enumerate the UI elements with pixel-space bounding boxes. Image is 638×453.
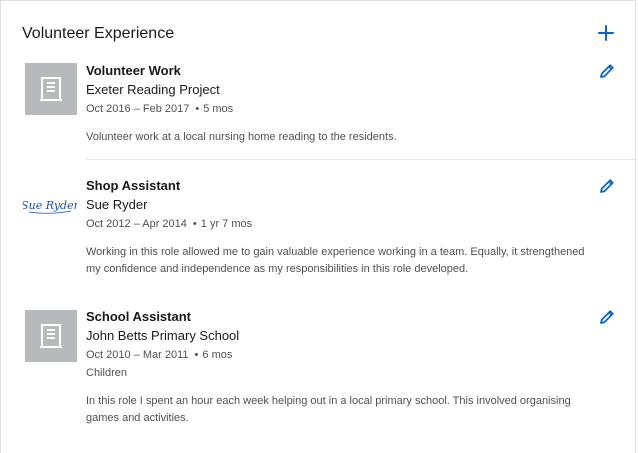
cause-label: Children (86, 367, 127, 379)
organization-logo-placeholder (25, 310, 77, 362)
volunteer-experience-section: Volunteer Experience Volunteer Work Exet… (0, 0, 637, 453)
date-range-text: Oct 2016 – Feb 2017 (86, 103, 190, 115)
date-range: Oct 2012 – Apr 2014 • 1 yr 7 mos (86, 216, 596, 232)
role-title: Volunteer Work (86, 63, 181, 78)
organization-logo-placeholder (25, 63, 77, 115)
organization-name: Sue Ryder (86, 197, 148, 212)
organization-name: Exeter Reading Project (86, 82, 220, 97)
organization-name: John Betts Primary School (86, 328, 240, 343)
entry-description: Working in this role allowed me to gain … (86, 246, 585, 275)
section-title: Volunteer Experience (22, 25, 175, 42)
edit-entry-button[interactable] (598, 62, 616, 80)
duration-text: 1 yr 7 mos (200, 218, 253, 230)
role-title: School Assistant (86, 309, 191, 324)
pencil-icon (600, 179, 614, 193)
role-title: Shop Assistant (86, 178, 181, 193)
building-icon (40, 77, 62, 101)
separator-dot: • (194, 349, 199, 361)
date-range-text: Oct 2010 – Mar 2011 (86, 349, 189, 361)
duration-text: 5 mos (203, 103, 234, 115)
sue-ryder-logo-text: Sue Ryder (23, 199, 77, 212)
date-range-text: Oct 2012 – Apr 2014 (86, 218, 187, 230)
building-icon (40, 324, 62, 348)
entry-description: In this role I spent an hour each week h… (86, 395, 571, 424)
entry-divider (86, 159, 637, 160)
plus-icon (598, 25, 614, 41)
edit-entry-button[interactable] (598, 308, 616, 326)
pencil-icon (600, 64, 614, 78)
duration-text: 6 mos (202, 349, 233, 361)
entry-description: Volunteer work at a local nursing home r… (86, 131, 397, 143)
edit-entry-button[interactable] (598, 177, 616, 195)
sue-ryder-logo: Sue Ryder (23, 178, 77, 230)
pencil-icon (600, 310, 614, 324)
separator-dot: • (195, 103, 200, 115)
add-volunteer-experience-button[interactable] (595, 22, 617, 44)
date-range: Oct 2016 – Feb 2017 • 5 mos (86, 101, 596, 117)
date-range: Oct 2010 – Mar 2011 • 6 mos (86, 347, 596, 363)
separator-dot: • (192, 218, 197, 230)
